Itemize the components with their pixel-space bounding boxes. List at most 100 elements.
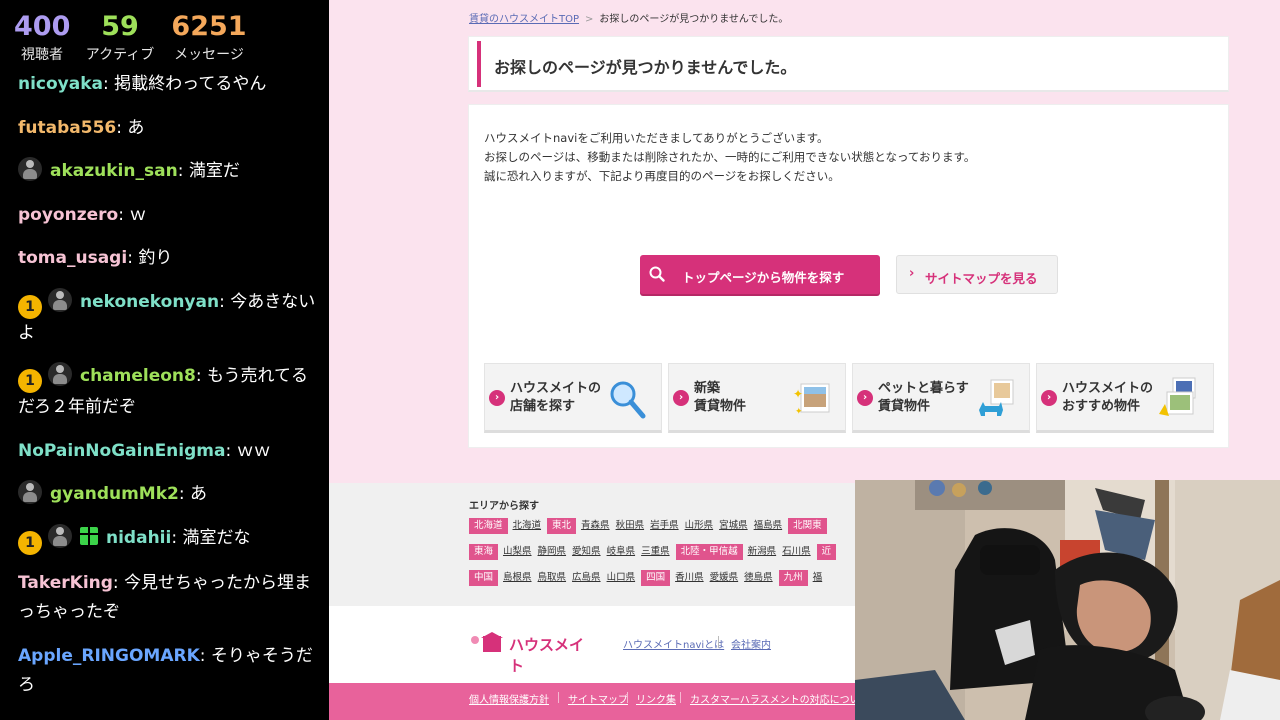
chat-text: あ [127,117,145,138]
region-label[interactable]: 近 [816,544,837,560]
footer-company-link[interactable]: 会社案内 [731,636,771,651]
prefecture-link[interactable]: 島根県 [503,572,532,583]
housemate-logo[interactable]: ハウスメイト [469,632,589,675]
prefecture-link[interactable]: 山梨県 [503,546,532,557]
active-count: 59 [101,11,139,42]
chevron-right-icon: › [857,390,873,406]
privacy-policy-link[interactable]: 個人情報保護方針 [469,691,549,706]
page-title: お探しのページが見つかりませんでした。 [494,58,797,77]
prefecture-link[interactable]: 秋田県 [616,520,645,531]
prefecture-link[interactable]: 香川県 [675,572,704,583]
viewers-label: 視聴者 [21,47,63,63]
new-house-photo-icon: ✦ ✦ [793,383,830,417]
stream-stats: 400 視聴者 59 アクティブ 6251 メッセージ [0,8,329,70]
card-title-line: 店舗を探す [510,399,576,414]
chat-text: 満室だな [182,527,251,548]
prefecture-link[interactable]: 愛知県 [572,546,601,557]
chat-message: futaba556: あ [18,117,145,138]
svg-text:✦: ✦ [793,387,803,401]
error-message: ハウスメイトnaviをご利用いただきましてありがとうございます。 お探しのページ… [484,129,975,186]
prefecture-link[interactable]: 三重県 [641,546,670,557]
chat-text: ｗｗ [236,440,271,461]
prefecture-link[interactable]: 岩手県 [650,520,679,531]
chat-username: Apple_RINGOMARK [18,645,200,666]
chat-message: NoPainNoGainEnigma: ｗｗ [18,440,271,461]
pet-property-card[interactable]: › ペットと暮らす 賃貸物件 [852,363,1030,433]
footer-divider [718,636,719,648]
messages-label: メッセージ [174,47,244,63]
viewers-count: 400 [14,11,71,42]
region-label[interactable]: 九州 [778,570,808,586]
recommended-property-card[interactable]: › ハウスメイトの おすすめ物件 [1036,363,1214,433]
chat-username: gyandumMk2 [50,484,179,504]
prefecture-link[interactable]: 石川県 [782,546,811,557]
pet-dog-icon [979,379,1014,416]
chat-message: 1 nidahii: 満室だな [18,523,316,555]
prefecture-link[interactable]: 福島県 [754,520,783,531]
region-label[interactable]: 中国 [469,570,499,586]
chat-message: gyandumMk2: あ [18,480,316,509]
region-label[interactable]: 東海 [469,544,499,560]
prefecture-link[interactable]: 愛媛県 [710,572,739,583]
prefecture-link[interactable]: 新潟県 [748,546,777,557]
breadcrumb: 賃貸のハウスメイトTOP > お探しのページが見つかりませんでした。 [469,10,788,25]
chat-message-list: nicoyaka: 掲載終わってるやん futaba556: あ akazuki… [18,70,316,714]
chat-username: nicoyaka [18,74,104,94]
new-property-card[interactable]: › 新築 賃貸物件 ✦ ✦ [668,363,846,433]
prefecture-link[interactable]: 山形県 [685,520,714,531]
region-label[interactable]: 北陸・甲信越 [675,544,743,560]
store-search-card[interactable]: › ハウスメイトの 店舗を探す [484,363,662,433]
card-title-line: 新築 [694,381,721,396]
chat-username: nekonekonyan [80,291,220,312]
user-avatar-icon [48,523,72,548]
prefecture-link[interactable]: 北海道 [513,520,542,531]
streamer-webcam [855,480,1280,720]
prefecture-link[interactable]: 鳥取県 [538,572,567,583]
chevron-right-icon: › [1041,390,1057,406]
region-label[interactable]: 東北 [547,518,577,534]
coin-badge-icon: 1 [18,369,42,393]
card-title-line: 賃貸物件 [694,399,747,414]
gift-icon [80,526,98,545]
prefecture-link[interactable]: 広島県 [572,572,601,583]
region-label[interactable]: 北関東 [788,518,827,534]
region-label[interactable]: 北海道 [469,518,508,534]
footer-about-link[interactable]: ハウスメイトnaviとは [623,636,724,651]
prefecture-link[interactable]: 静岡県 [538,546,567,557]
sitemap-label: サイトマップを見る [925,271,1038,286]
sitemap-link[interactable]: サイトマップ [568,691,628,706]
messages-stat: 6251 メッセージ [170,8,248,64]
search-icon [649,266,665,282]
prefecture-link[interactable]: 山口県 [607,572,636,583]
chat-text: 満室だ [188,161,240,181]
chat-username: TakerKing [18,573,113,593]
webcam-feed-image [855,480,1280,720]
error-line: 誠に恐れ入りますが、下記より再度目的のページをお探しください。 [484,169,840,183]
heading-accent-bar [477,41,481,87]
sitemap-button[interactable]: › サイトマップを見る [896,255,1058,294]
links-page-link[interactable]: リンク集 [636,691,676,706]
card-title: ハウスメイトの 店舗を探す [510,380,601,416]
card-title: ペットと暮らす 賃貸物件 [878,380,969,416]
prefecture-link[interactable]: 青森県 [581,520,610,531]
search-from-top-button[interactable]: トップページから物件を探す [640,255,880,294]
card-title-line: ハウスメイトの [510,381,602,396]
prefecture-link[interactable]: 宮城県 [719,520,748,531]
breadcrumb-separator-icon: > [585,14,594,25]
prefecture-link[interactable]: 福 [813,572,823,583]
breadcrumb-home-link[interactable]: 賃貸のハウスメイトTOP [469,14,579,25]
prefecture-link[interactable]: 徳島県 [744,572,773,583]
region-label[interactable]: 四国 [641,570,671,586]
chat-message: TakerKing: 今見せちゃったから埋まっちゃったぞ [18,573,312,622]
prefecture-link[interactable]: 岐阜県 [607,546,636,557]
error-line: お探しのページは、移動または削除されたか、一時的にご利用できない状態となっており… [484,150,976,164]
search-from-top-label: トップページから物件を探す [682,270,845,285]
chat-username: NoPainNoGainEnigma [18,440,226,461]
customer-harassment-link[interactable]: カスタマーハラスメントの対応について [690,691,869,706]
chat-panel: 400 視聴者 59 アクティブ 6251 メッセージ nicoyaka: 掲載… [0,0,329,720]
chat-username: nidahii [106,527,172,548]
logo-text: ハウスメイト [509,636,585,675]
chat-text: 釣り [138,248,173,268]
chevron-right-icon: › [909,266,915,281]
magnifier-icon [610,381,646,419]
